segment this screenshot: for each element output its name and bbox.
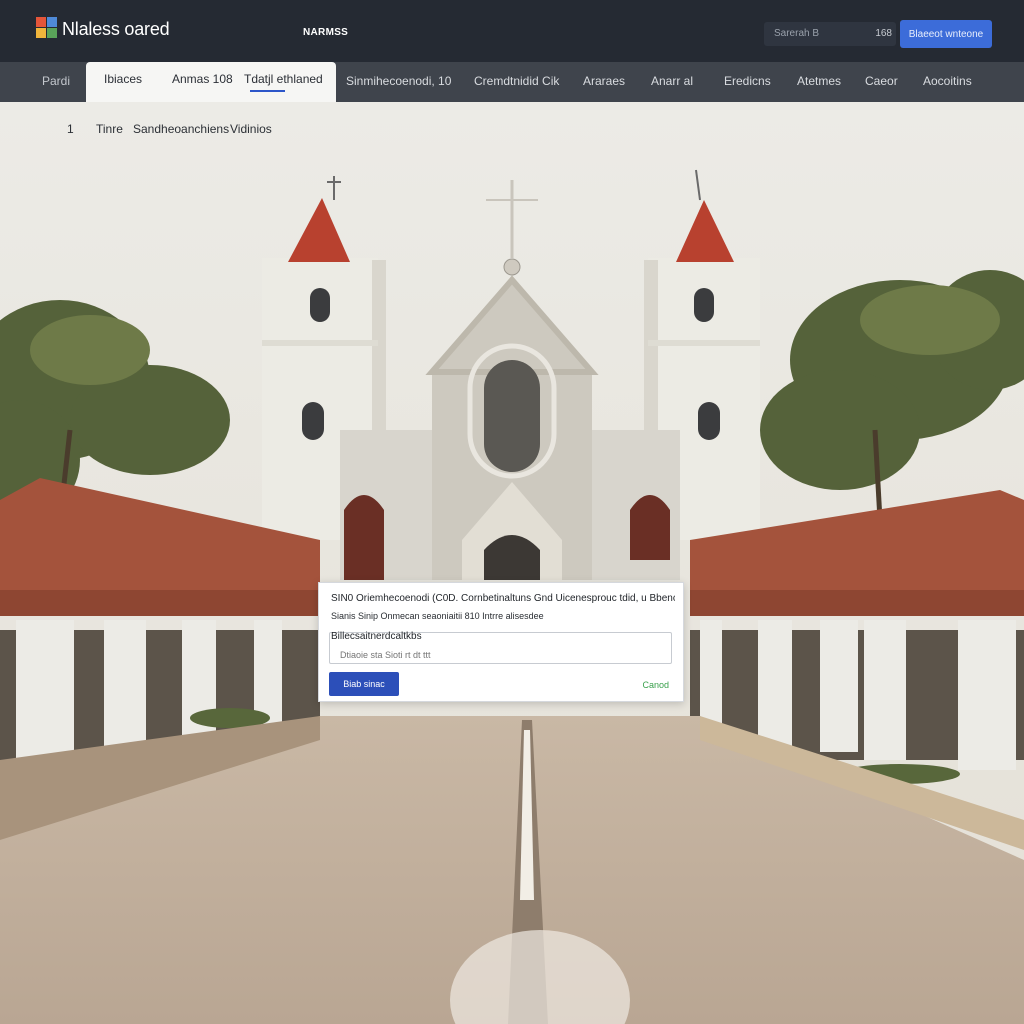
dialog-submit-button[interactable]: Biab sinac <box>329 672 399 696</box>
search-input[interactable]: Sarerah B 168 <box>764 22 896 46</box>
tab-anmas[interactable]: Anmas 108 <box>172 72 233 86</box>
breadcrumb: 1 Tinre Sandheoanchiens Vidinios <box>0 102 1024 152</box>
nav-home-link[interactable]: Pardi <box>42 74 70 88</box>
top-app-bar: Nlaless oared NARMSS Sarerah B 168 Blaee… <box>0 0 1024 62</box>
tab-ibiaces[interactable]: Ibiaces <box>104 72 142 86</box>
top-label[interactable]: NARMSS <box>303 27 348 38</box>
breadcrumb-index: 1 <box>67 122 74 136</box>
search-placeholder: Sarerah B <box>774 28 820 39</box>
app-logo-icon[interactable] <box>36 17 58 39</box>
nav-item-6[interactable]: Atetmes <box>797 74 841 88</box>
nav-item-5[interactable]: Eredicns <box>724 74 771 88</box>
nav-item-4[interactable]: Anarr al <box>651 74 693 88</box>
nav-item-3[interactable]: Araraes <box>583 74 625 88</box>
active-tab-indicator <box>250 90 285 92</box>
nav-item-2[interactable]: Cremdtnidid Cik <box>474 74 559 88</box>
tab-group: Ibiaces Anmas 108 Tdatjl ethlaned <box>86 62 336 102</box>
nav-item-7[interactable]: Caeor <box>865 74 898 88</box>
search-value: 168 <box>875 28 892 39</box>
hero-image <box>0 102 1024 1024</box>
breadcrumb-item-1[interactable]: Tinre <box>96 122 123 136</box>
dialog-field-label: Billecsaitnerdcaltkbs <box>331 631 422 642</box>
app-title: Nlaless oared <box>62 19 170 39</box>
nav-item-1[interactable]: Sinmihecoenodi, 10 <box>346 74 451 88</box>
dialog-cancel-link[interactable]: Canod <box>642 680 669 690</box>
dialog-panel: SIN0 Oriemhecoenodi (C0D. Cornbetinaltun… <box>318 582 684 702</box>
dialog-body-text: Sianis Sinip Onmecan seaoniaitii 810 Int… <box>331 611 544 621</box>
tab-active[interactable]: Tdatjl ethlaned <box>244 72 323 86</box>
breadcrumb-item-2[interactable]: Sandheoanchiens <box>133 122 229 136</box>
dialog-title: SIN0 Oriemhecoenodi (C0D. Cornbetinaltun… <box>331 593 675 604</box>
breadcrumb-item-3[interactable]: Vidinios <box>230 122 272 136</box>
nav-item-8[interactable]: Aocoitins <box>923 74 972 88</box>
primary-action-button[interactable]: Blaeeot wnteone <box>900 20 992 48</box>
